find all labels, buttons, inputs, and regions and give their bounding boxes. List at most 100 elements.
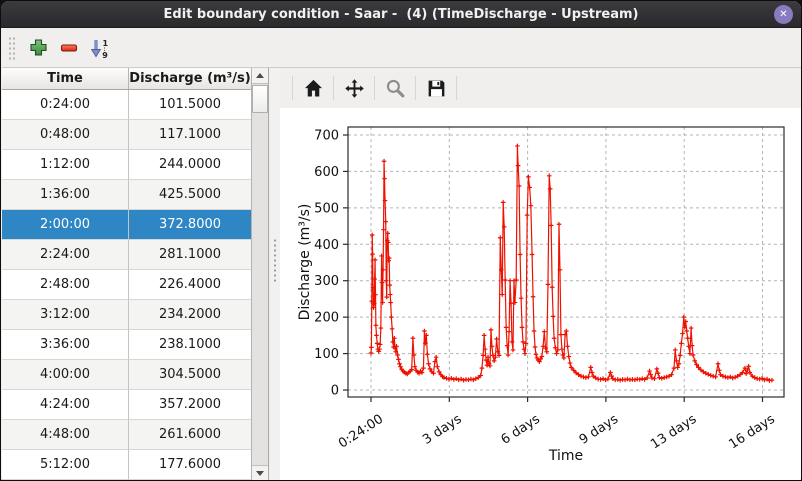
table-row[interactable]: 1:12:00244.0000 bbox=[2, 150, 251, 180]
splitter-grip-icon bbox=[273, 238, 277, 282]
close-icon: ✕ bbox=[779, 9, 787, 20]
home-icon bbox=[303, 78, 324, 99]
cell-discharge[interactable]: 357.2000 bbox=[129, 390, 251, 420]
table-row[interactable]: 2:48:00226.4000 bbox=[2, 270, 251, 300]
cell-discharge[interactable]: 177.6000 bbox=[129, 450, 251, 480]
table-row[interactable]: 5:12:00177.6000 bbox=[2, 450, 251, 480]
table-row[interactable]: 2:00:00372.8000 bbox=[2, 210, 251, 240]
cell-time[interactable]: 2:24:00 bbox=[2, 240, 129, 270]
cell-time[interactable]: 0:48:00 bbox=[2, 120, 129, 150]
table-row[interactable]: 0:24:00101.5000 bbox=[2, 90, 251, 120]
cell-time[interactable]: 2:00:00 bbox=[2, 210, 129, 240]
window-title: Edit boundary condition - Saar - (4) (Ti… bbox=[164, 7, 639, 22]
scrollbar-thumb[interactable] bbox=[252, 85, 268, 113]
down-arrow-icon bbox=[256, 471, 264, 476]
table-row[interactable]: 4:00:00304.5000 bbox=[2, 360, 251, 390]
cell-time[interactable]: 0:24:00 bbox=[2, 90, 129, 120]
home-view-button[interactable] bbox=[299, 74, 327, 102]
svg-text:300: 300 bbox=[314, 274, 339, 289]
titlebar: Edit boundary condition - Saar - (4) (Ti… bbox=[1, 1, 801, 28]
up-arrow-icon bbox=[256, 73, 264, 78]
chart-toolbar bbox=[280, 68, 802, 108]
figure-area: 0 100 200 300 400 500 600 700 0:24:00 3 days 6 day… bbox=[280, 108, 802, 481]
chart-canvas[interactable]: 0 100 200 300 400 500 600 700 0:24:00 3 days 6 day… bbox=[280, 108, 802, 481]
chart-panel: 0 100 200 300 400 500 600 700 0:24:00 3 days 6 day… bbox=[280, 68, 802, 481]
cell-discharge[interactable]: 261.6000 bbox=[129, 420, 251, 450]
chart-y-tick-labels: 0 100 200 300 400 500 600 700 bbox=[314, 129, 339, 399]
remove-row-button[interactable] bbox=[55, 34, 83, 62]
svg-text:1: 1 bbox=[103, 39, 109, 48]
table-row[interactable]: 4:24:00357.2000 bbox=[2, 390, 251, 420]
scroll-down-button[interactable] bbox=[252, 465, 268, 481]
table-row[interactable]: 3:36:00238.1000 bbox=[2, 330, 251, 360]
edit-boundary-condition-window: Edit boundary condition - Saar - (4) (Ti… bbox=[0, 0, 802, 481]
pan-arrows-icon bbox=[344, 78, 365, 99]
save-floppy-icon bbox=[426, 78, 447, 99]
cell-time[interactable]: 3:36:00 bbox=[2, 330, 129, 360]
sort-rows-button[interactable]: 1 9 bbox=[86, 34, 114, 62]
chart-ylabel: Discharge (m³/s) bbox=[297, 204, 313, 321]
svg-text:700: 700 bbox=[314, 129, 339, 144]
plus-icon bbox=[29, 38, 48, 57]
cell-time[interactable]: 5:12:00 bbox=[2, 450, 129, 480]
svg-text:9 days: 9 days bbox=[577, 412, 621, 448]
svg-text:3 days: 3 days bbox=[420, 412, 464, 448]
cell-discharge[interactable]: 238.1000 bbox=[129, 330, 251, 360]
cell-time[interactable]: 4:24:00 bbox=[2, 390, 129, 420]
svg-text:9: 9 bbox=[102, 51, 108, 59]
cell-discharge[interactable]: 117.1000 bbox=[129, 120, 251, 150]
cell-time[interactable]: 4:00:00 bbox=[2, 360, 129, 390]
cell-discharge[interactable]: 372.8000 bbox=[129, 210, 251, 240]
cell-discharge[interactable]: 234.2000 bbox=[129, 300, 251, 330]
magnifier-icon bbox=[385, 78, 406, 99]
table-toolbar: 1 9 bbox=[2, 28, 802, 68]
table-row[interactable]: 1:36:00425.5000 bbox=[2, 180, 251, 210]
cell-time[interactable]: 2:48:00 bbox=[2, 270, 129, 300]
cell-discharge[interactable]: 244.0000 bbox=[129, 150, 251, 180]
svg-text:100: 100 bbox=[314, 347, 339, 362]
svg-text:0: 0 bbox=[331, 384, 339, 399]
chart-xlabel: Time bbox=[548, 448, 583, 464]
table-row[interactable]: 0:48:00117.1000 bbox=[2, 120, 251, 150]
toolbar-drag-handle[interactable] bbox=[7, 35, 15, 61]
svg-text:0:24:00: 0:24:00 bbox=[336, 412, 386, 452]
zoom-rect-button[interactable] bbox=[381, 74, 409, 102]
sort-ascending-icon: 1 9 bbox=[89, 37, 111, 59]
scroll-up-button[interactable] bbox=[252, 68, 268, 84]
cell-discharge[interactable]: 425.5000 bbox=[129, 180, 251, 210]
cell-discharge[interactable]: 226.4000 bbox=[129, 270, 251, 300]
svg-text:600: 600 bbox=[314, 165, 339, 180]
svg-text:400: 400 bbox=[314, 238, 339, 253]
save-figure-button[interactable] bbox=[422, 74, 450, 102]
svg-text:6 days: 6 days bbox=[498, 412, 542, 448]
svg-text:200: 200 bbox=[314, 311, 339, 326]
table-row[interactable]: 2:24:00281.1000 bbox=[2, 240, 251, 270]
cell-time[interactable]: 4:48:00 bbox=[2, 420, 129, 450]
cell-time[interactable]: 1:36:00 bbox=[2, 180, 129, 210]
chart-series-discharge bbox=[369, 144, 774, 383]
column-header-time[interactable]: Time bbox=[2, 68, 129, 89]
chart-axes bbox=[343, 127, 784, 402]
main-content: Time Discharge (m³/s) 0:24:00101.50000:4… bbox=[2, 68, 802, 481]
column-header-discharge[interactable]: Discharge (m³/s) bbox=[129, 68, 251, 89]
add-row-button[interactable] bbox=[24, 34, 52, 62]
cell-discharge[interactable]: 101.5000 bbox=[129, 90, 251, 120]
svg-text:16 days: 16 days bbox=[726, 412, 777, 453]
cell-discharge[interactable]: 304.5000 bbox=[129, 360, 251, 390]
svg-text:500: 500 bbox=[314, 201, 339, 216]
pan-button[interactable] bbox=[340, 74, 368, 102]
close-button[interactable]: ✕ bbox=[774, 5, 793, 24]
table-header-row: Time Discharge (m³/s) bbox=[2, 68, 251, 90]
minus-icon bbox=[59, 38, 79, 58]
table-vertical-scrollbar[interactable] bbox=[252, 68, 269, 481]
table-row[interactable]: 4:48:00261.6000 bbox=[2, 420, 251, 450]
cell-discharge[interactable]: 281.1000 bbox=[129, 240, 251, 270]
cell-time[interactable]: 1:12:00 bbox=[2, 150, 129, 180]
panel-splitter[interactable] bbox=[270, 68, 280, 481]
timeseries-table: Time Discharge (m³/s) 0:24:00101.50000:4… bbox=[2, 68, 252, 481]
svg-text:13 days: 13 days bbox=[648, 412, 699, 453]
table-body: 0:24:00101.50000:48:00117.10001:12:00244… bbox=[2, 90, 251, 480]
chart-x-tick-labels: 0:24:00 3 days 6 days 9 days 13 days 16 days bbox=[336, 412, 778, 453]
cell-time[interactable]: 3:12:00 bbox=[2, 300, 129, 330]
table-row[interactable]: 3:12:00234.2000 bbox=[2, 300, 251, 330]
